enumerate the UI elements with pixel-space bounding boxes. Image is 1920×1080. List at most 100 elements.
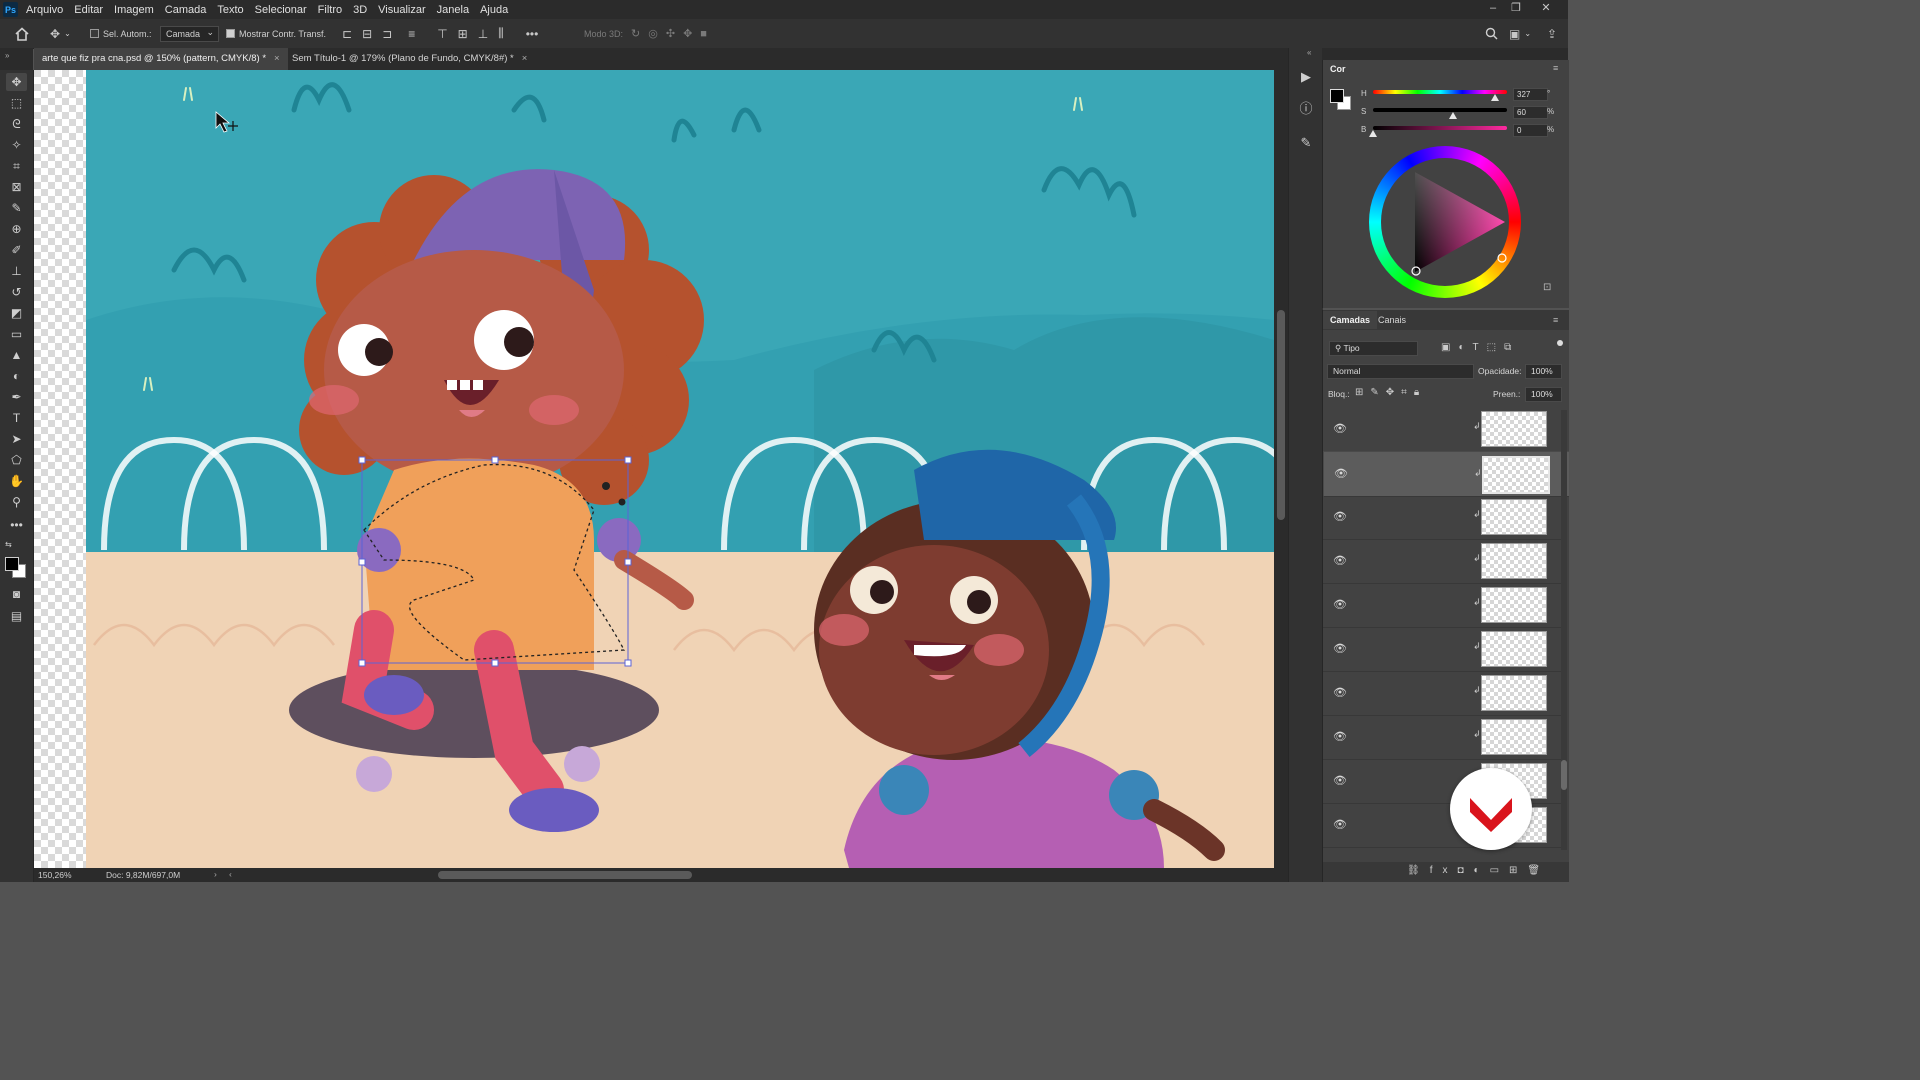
- menu-3d[interactable]: 3D: [353, 4, 367, 16]
- scroll-thumb[interactable]: [1277, 310, 1285, 520]
- play-actions-icon[interactable]: ▶: [1297, 68, 1315, 86]
- horizontal-scroll-thumb[interactable]: [438, 871, 692, 879]
- align-middle-icon[interactable]: ⊞: [458, 27, 468, 41]
- smart-object-filter-icon[interactable]: ⧉: [1504, 342, 1519, 353]
- brush-tool-icon[interactable]: ✐: [6, 241, 27, 259]
- close-icon[interactable]: ✕: [1535, 0, 1557, 19]
- new-group-icon[interactable]: ▭: [1490, 865, 1509, 876]
- tab-layers[interactable]: Camadas: [1323, 311, 1378, 329]
- fill-field[interactable]: 100%: [1525, 387, 1562, 402]
- frame-tool-icon[interactable]: ⊠: [6, 178, 27, 196]
- visibility-eye-icon[interactable]: 👁︎: [1333, 686, 1347, 700]
- layer-thumbnail[interactable]: [1481, 411, 1547, 447]
- hue-slider[interactable]: [1373, 90, 1507, 94]
- home-icon[interactable]: [14, 19, 30, 48]
- align-right-icon[interactable]: ⊐: [382, 27, 392, 41]
- hand-tool-icon[interactable]: ✋: [6, 472, 27, 490]
- layer-row[interactable]: 👁︎ ↲: [1323, 671, 1563, 716]
- brush-settings-icon[interactable]: ✎: [1297, 134, 1315, 152]
- show-transform-checkbox[interactable]: Mostrar Contr. Transf.: [226, 19, 326, 48]
- slide-3d-icon[interactable]: ✥: [683, 27, 692, 40]
- new-layer-icon[interactable]: ⊞: [1509, 865, 1527, 876]
- status-menu-icon[interactable]: ›: [214, 869, 217, 879]
- collapse-panels-icon[interactable]: «: [1307, 48, 1311, 57]
- align-center-icon[interactable]: ⊟: [362, 27, 372, 41]
- scroll-left-icon[interactable]: ‹: [229, 869, 232, 879]
- lock-artboard-icon[interactable]: ⌗: [1401, 387, 1414, 398]
- tab-channels[interactable]: Canais: [1371, 311, 1413, 329]
- zoom-level[interactable]: 150,26%: [38, 870, 72, 880]
- layer-thumbnail[interactable]: [1481, 587, 1547, 623]
- color-wheel[interactable]: [1369, 146, 1521, 298]
- layer-filter-dropdown[interactable]: ⚲ Tipo: [1329, 341, 1418, 356]
- lock-all-icon[interactable]: 🔒︎: [1414, 387, 1426, 398]
- lock-pixels-icon[interactable]: ✎: [1370, 387, 1385, 398]
- stamp-tool-icon[interactable]: ⊥: [6, 262, 27, 280]
- layer-thumbnail[interactable]: [1482, 456, 1550, 494]
- magic-wand-tool-icon[interactable]: ✧: [6, 136, 27, 154]
- saturation-slider[interactable]: [1373, 108, 1507, 112]
- auto-select-target-dropdown[interactable]: Camada: [160, 19, 220, 48]
- path-selection-tool-icon[interactable]: ➤: [6, 430, 27, 448]
- visibility-eye-icon[interactable]: 👁︎: [1333, 818, 1347, 832]
- foreground-color-swatch[interactable]: [5, 557, 19, 571]
- visibility-eye-icon[interactable]: 👁︎: [1333, 510, 1347, 524]
- screen-mode-icon[interactable]: ▤: [6, 607, 27, 625]
- menu-ajuda[interactable]: Ajuda: [480, 4, 508, 16]
- menu-filtro[interactable]: Filtro: [318, 4, 342, 16]
- expand-panel-icon[interactable]: ⊡: [1543, 282, 1551, 293]
- menu-camada[interactable]: Camada: [165, 4, 207, 16]
- vertical-scrollbar[interactable]: [1274, 70, 1288, 868]
- brightness-value-field[interactable]: 0: [1513, 124, 1548, 137]
- search-icon[interactable]: [1485, 19, 1498, 48]
- workspace-icon[interactable]: ▣ ⌄: [1509, 19, 1531, 48]
- layers-scrollbar[interactable]: [1561, 410, 1567, 850]
- layer-row[interactable]: 👁︎ ↲: [1323, 407, 1563, 452]
- panel-menu-icon[interactable]: ≡: [1553, 63, 1558, 73]
- layer-thumbnail[interactable]: [1481, 543, 1547, 579]
- layer-row[interactable]: 👁︎ ↲: [1323, 539, 1563, 584]
- type-tool-icon[interactable]: T: [6, 409, 27, 427]
- visibility-eye-icon[interactable]: 👁︎: [1333, 422, 1347, 436]
- marquee-tool-icon[interactable]: ⬚: [6, 94, 27, 112]
- saturation-slider-thumb[interactable]: [1449, 112, 1458, 119]
- lock-transparency-icon[interactable]: ⊞: [1355, 387, 1370, 398]
- adjustment-layer-icon[interactable]: ◐: [1474, 865, 1490, 876]
- pen-tool-icon[interactable]: ✒: [6, 388, 27, 406]
- layer-row[interactable]: 👁︎ ↲: [1323, 451, 1569, 497]
- history-brush-tool-icon[interactable]: ↺: [6, 283, 27, 301]
- blend-mode-dropdown[interactable]: Normal: [1327, 364, 1474, 379]
- delete-layer-icon[interactable]: 🗑︎: [1527, 865, 1550, 876]
- foreground-swatch[interactable]: [1330, 89, 1344, 103]
- fx-icon[interactable]: fx: [1430, 865, 1458, 876]
- close-tab-icon[interactable]: ×: [522, 53, 528, 64]
- healing-brush-tool-icon[interactable]: ⊕: [6, 220, 27, 238]
- menu-janela[interactable]: Janela: [437, 4, 469, 16]
- menu-editar[interactable]: Editar: [74, 4, 103, 16]
- document-canvas[interactable]: [34, 70, 1274, 868]
- scale-3d-icon[interactable]: ■: [700, 28, 707, 40]
- gradient-tool-icon[interactable]: ▭: [6, 325, 27, 343]
- visibility-eye-icon[interactable]: 👁︎: [1334, 467, 1348, 481]
- share-icon[interactable]: ⇪: [1547, 19, 1557, 48]
- edit-toolbar-icon[interactable]: •••: [6, 516, 27, 534]
- menu-visualizar[interactable]: Visualizar: [378, 4, 426, 16]
- filter-toggle[interactable]: [1557, 340, 1563, 346]
- saturation-value-field[interactable]: 60: [1513, 106, 1548, 119]
- adjustment-filter-icon[interactable]: ◐: [1458, 342, 1472, 353]
- align-left-icon[interactable]: ⊏: [342, 27, 352, 41]
- hue-value-field[interactable]: 327: [1513, 88, 1548, 101]
- align-bottom-icon[interactable]: ⊥: [478, 27, 488, 41]
- orbit-3d-icon[interactable]: ↻: [631, 27, 640, 40]
- layer-thumbnail[interactable]: [1481, 719, 1547, 755]
- eyedropper-tool-icon[interactable]: ✎: [6, 199, 27, 217]
- tab-document-2[interactable]: Sem Título-1 @ 179% (Plano de Fundo, CMY…: [284, 48, 535, 70]
- menu-texto[interactable]: Texto: [217, 4, 243, 16]
- visibility-eye-icon[interactable]: 👁︎: [1333, 554, 1347, 568]
- info-icon[interactable]: ⓘ: [1297, 100, 1315, 118]
- brightness-slider-thumb[interactable]: [1369, 130, 1377, 137]
- zoom-tool-icon[interactable]: ⚲: [6, 493, 27, 511]
- close-tab-icon[interactable]: ×: [274, 53, 280, 64]
- restore-icon[interactable]: ❐: [1505, 0, 1527, 19]
- distribute-icon[interactable]: ≡: [408, 27, 415, 41]
